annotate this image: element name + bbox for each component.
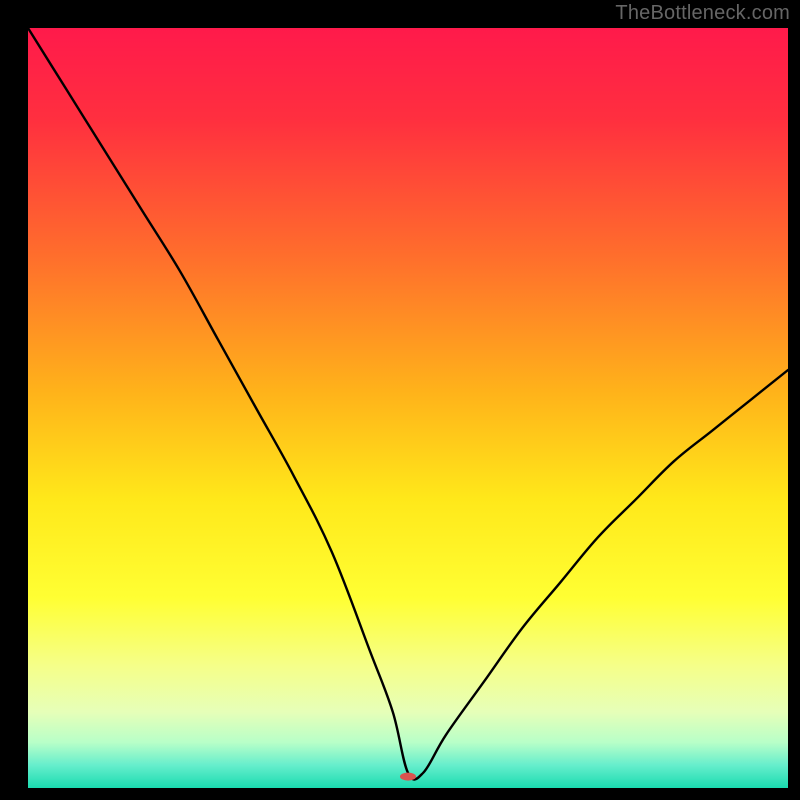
optimum-marker [400,773,416,781]
gradient-background [28,28,788,788]
chart-svg [28,28,788,788]
chart-frame: TheBottleneck.com [0,0,800,800]
plot-area [28,28,788,788]
watermark-text: TheBottleneck.com [615,2,790,25]
